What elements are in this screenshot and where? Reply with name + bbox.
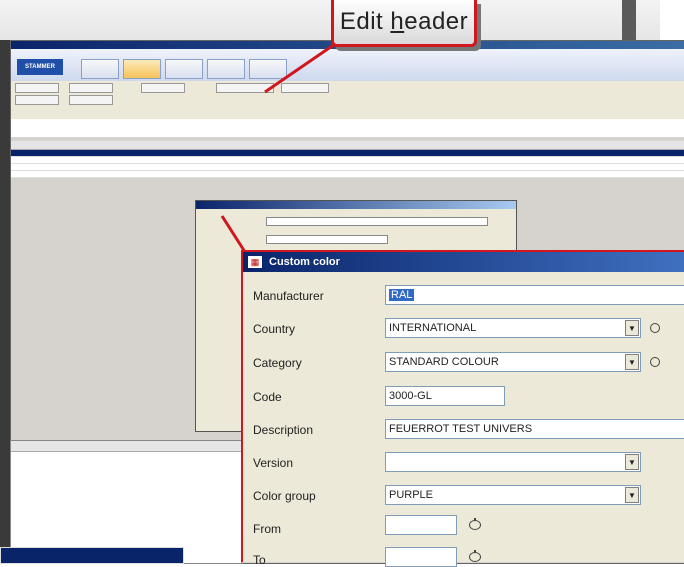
from-label: From xyxy=(253,522,281,536)
calendar-icon[interactable] xyxy=(469,550,481,562)
color-group-select[interactable]: PURPLE ▼ xyxy=(385,485,641,505)
code-value: 3000-GL xyxy=(389,390,432,402)
description-field[interactable]: FEUERROT TEST UNIVERS xyxy=(385,419,684,439)
chevron-down-icon[interactable]: ▼ xyxy=(625,454,639,470)
to-date-field[interactable] xyxy=(385,547,457,567)
to-label: To xyxy=(253,553,266,567)
code-label: Code xyxy=(253,390,282,404)
description-value: FEUERROT TEST UNIVERS xyxy=(389,423,533,435)
dialog-titlebar: ▦ Custom color xyxy=(243,252,684,272)
callout-text: Edit header xyxy=(339,8,469,35)
version-label: Version xyxy=(253,456,294,470)
dialog-app-icon: ▦ xyxy=(247,255,263,269)
color-group-label: Color group xyxy=(253,489,316,503)
category-label: Category xyxy=(253,356,302,370)
circle-icon[interactable] xyxy=(650,357,660,367)
category-value: STANDARD COLOUR xyxy=(389,356,499,368)
manufacturer-label: Manufacturer xyxy=(253,289,324,303)
country-select[interactable]: INTERNATIONAL ▼ xyxy=(385,318,641,338)
country-label: Country xyxy=(253,322,296,336)
code-field[interactable]: 3000-GL xyxy=(385,386,505,406)
chevron-down-icon[interactable]: ▼ xyxy=(625,354,639,370)
custom-color-dialog: ▦ Custom color Manufacturer RAL Country … xyxy=(241,250,684,567)
version-select[interactable]: ▼ xyxy=(385,452,641,472)
chevron-down-icon[interactable]: ▼ xyxy=(625,487,639,503)
description-label: Description xyxy=(253,423,314,437)
category-select[interactable]: STANDARD COLOUR ▼ xyxy=(385,352,641,372)
calendar-icon[interactable] xyxy=(469,518,481,530)
dialog-title: Custom color xyxy=(269,256,340,268)
from-date-field[interactable] xyxy=(385,515,457,535)
manufacturer-value: RAL xyxy=(389,289,415,301)
edit-header-callout: Edit header xyxy=(331,0,477,47)
color-group-value: PURPLE xyxy=(389,489,434,501)
circle-icon[interactable] xyxy=(650,323,660,333)
country-value: INTERNATIONAL xyxy=(389,322,477,334)
manufacturer-field[interactable]: RAL xyxy=(385,285,684,305)
chevron-down-icon[interactable]: ▼ xyxy=(625,320,639,336)
